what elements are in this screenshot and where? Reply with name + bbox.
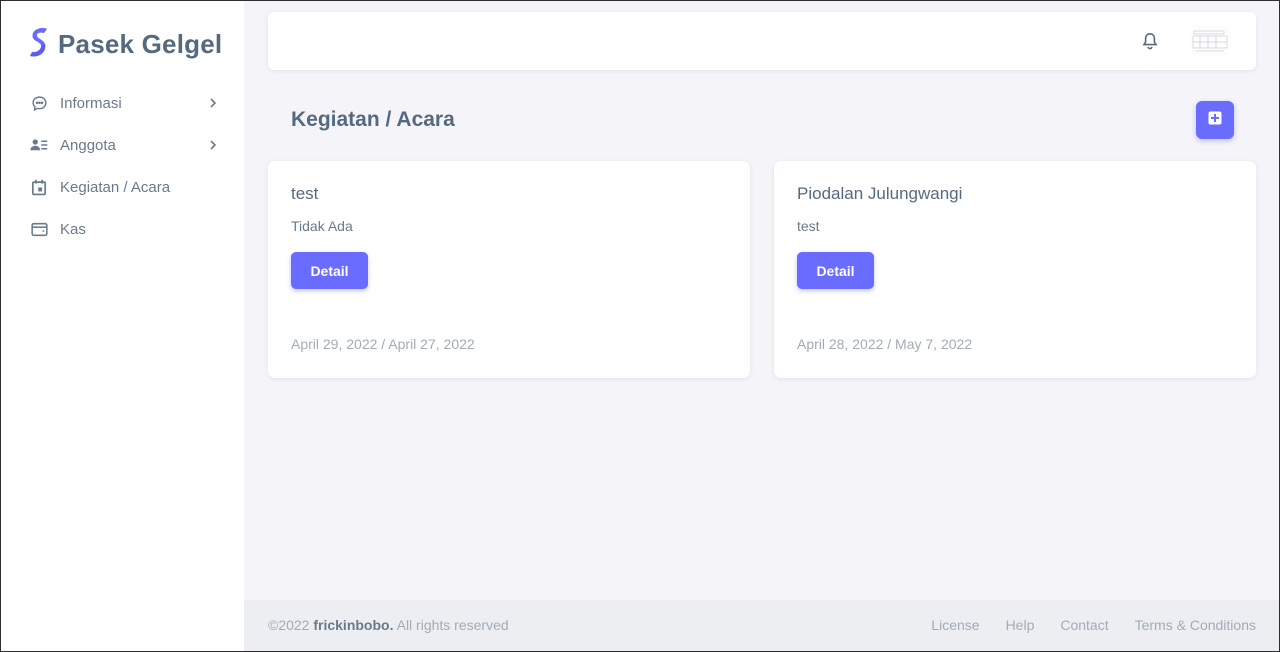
page-title: Kegiatan / Acara [291, 108, 455, 131]
footer-link-terms[interactable]: Terms & Conditions [1135, 617, 1256, 633]
detail-button[interactable]: Detail [291, 252, 368, 289]
footer-link-license[interactable]: License [931, 617, 979, 633]
avatar[interactable] [1190, 26, 1230, 56]
user-list-icon [30, 136, 48, 154]
sidebar-item-anggota[interactable]: Anggota [30, 124, 220, 166]
copyright-prefix: ©2022 [268, 617, 314, 633]
sidebar-item-label: Anggota [60, 136, 116, 154]
brand-name: Pasek Gelgel [58, 29, 223, 59]
sidebar-item-kegiatan[interactable]: Kegiatan / Acara [30, 166, 220, 208]
footer: ©2022 frickinbobo. All rights reserved L… [244, 600, 1280, 652]
brand[interactable]: Pasek Gelgel [28, 26, 222, 63]
sidebar-item-label: Kegiatan / Acara [60, 178, 171, 196]
chevron-right-icon [208, 138, 218, 152]
copyright: ©2022 frickinbobo. All rights reserved [268, 617, 509, 633]
top-navbar [268, 12, 1256, 70]
event-description: Tidak Ada [291, 218, 353, 234]
sidebar-item-kas[interactable]: Kas [30, 208, 220, 250]
detail-button[interactable]: Detail [797, 252, 874, 289]
event-card: test Tidak Ada Detail April 29, 2022 / A… [268, 161, 750, 378]
event-dates: April 28, 2022 / May 7, 2022 [797, 336, 973, 352]
chevron-right-icon [208, 96, 218, 110]
plus-square-icon [1208, 111, 1222, 130]
footer-link-help[interactable]: Help [1006, 617, 1035, 633]
sidebar-menu: Informasi Anggota Kegiatan / Acara Kas [30, 82, 220, 250]
copyright-brand[interactable]: frickinbobo. [313, 617, 393, 633]
chat-bubble-icon [30, 94, 48, 112]
sidebar-item-informasi[interactable]: Informasi [30, 82, 220, 124]
event-card: Piodalan Julungwangi test Detail April 2… [774, 161, 1256, 378]
sidebar-item-label: Kas [60, 220, 86, 238]
event-title: test [291, 184, 319, 203]
event-dates: April 29, 2022 / April 27, 2022 [291, 336, 475, 352]
add-event-button[interactable] [1196, 101, 1234, 139]
sidebar: Pasek Gelgel Informasi Anggota Kegiatan … [0, 0, 244, 652]
wallet-icon [30, 220, 48, 238]
event-description: test [797, 218, 820, 234]
event-title: Piodalan Julungwangi [797, 184, 963, 203]
bell-icon[interactable] [1142, 32, 1160, 50]
footer-links: License Help Contact Terms & Conditions [905, 617, 1256, 633]
s-logo-icon [28, 26, 50, 63]
calendar-icon [30, 178, 48, 196]
footer-link-contact[interactable]: Contact [1060, 617, 1108, 633]
sidebar-item-label: Informasi [60, 94, 122, 112]
copyright-suffix: All rights reserved [393, 617, 509, 633]
